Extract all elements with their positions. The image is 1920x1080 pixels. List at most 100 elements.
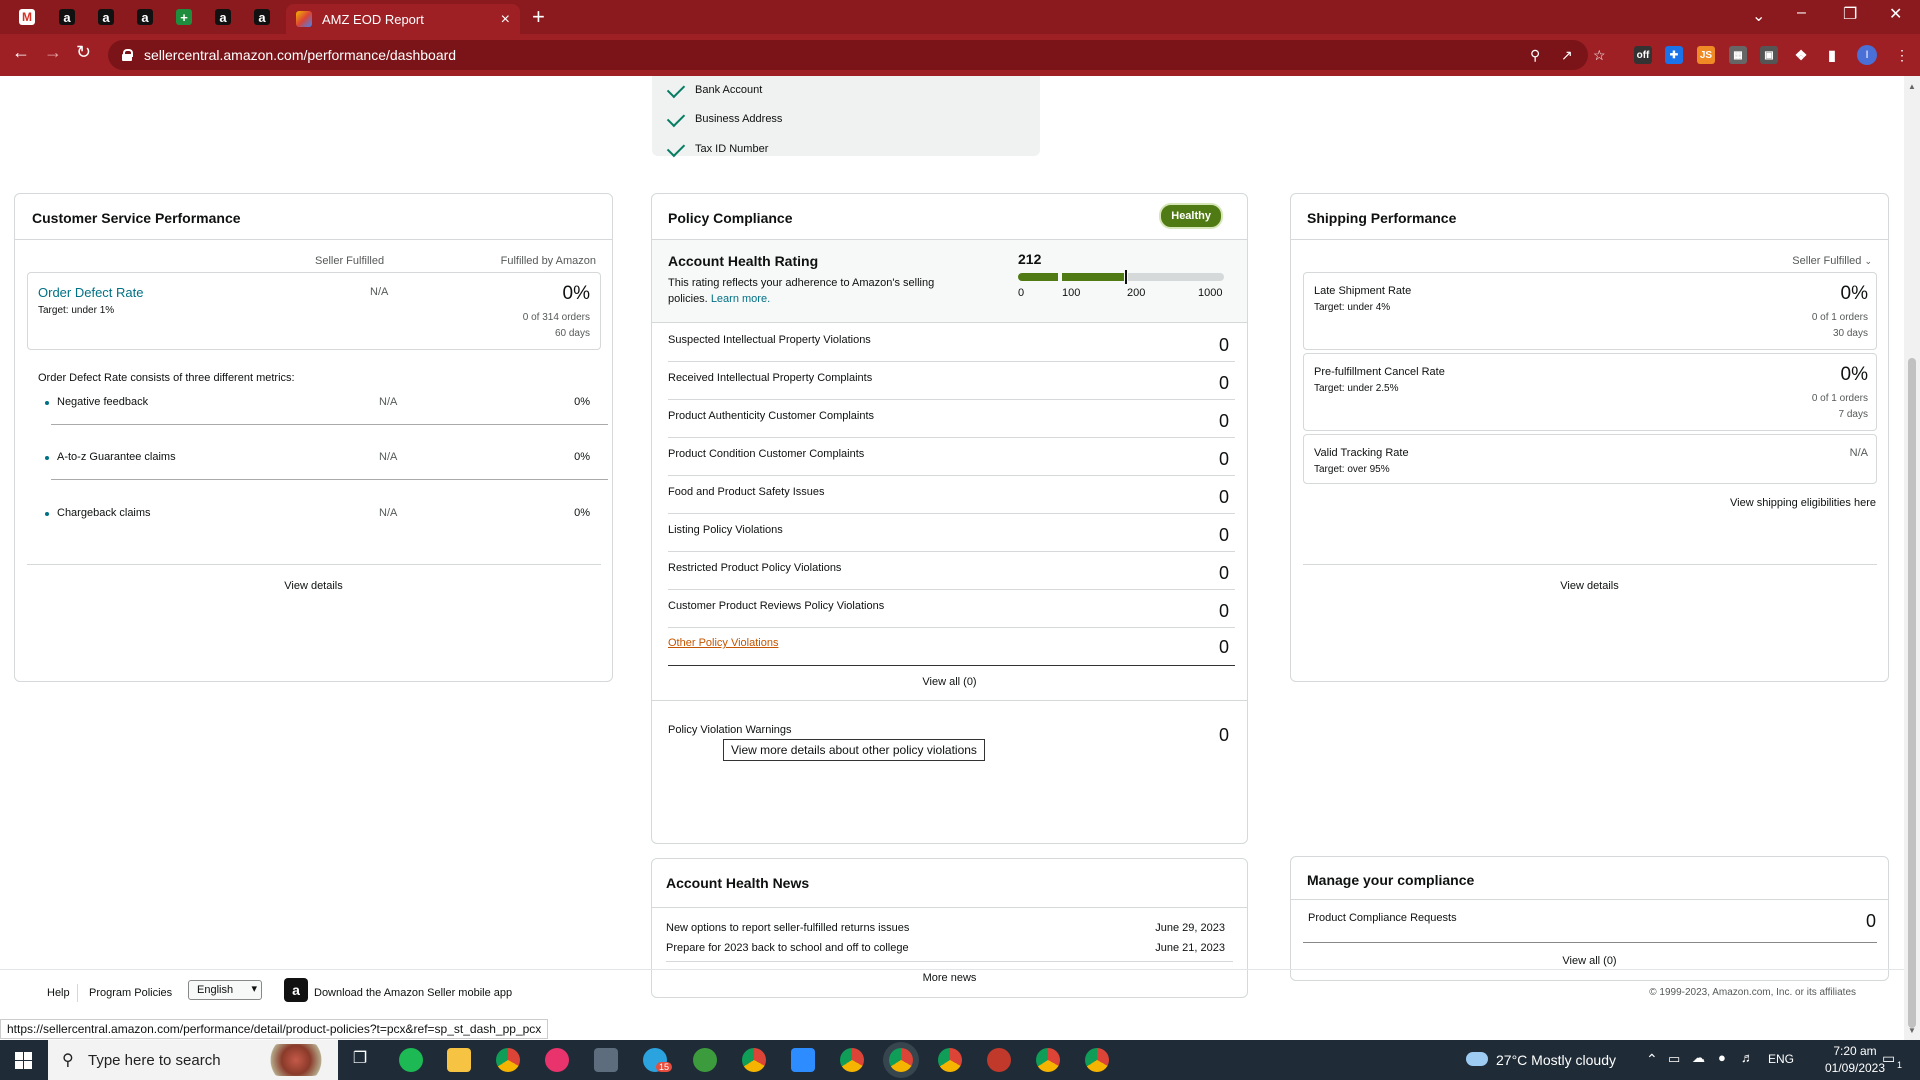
policy-row[interactable]: Customer Product Reviews Policy Violatio… [668, 590, 1235, 628]
policy-row[interactable]: Listing Policy Violations 0 [668, 514, 1235, 552]
close-tab-icon[interactable]: × [501, 11, 510, 29]
view-details-link[interactable]: View details [1291, 580, 1888, 592]
policy-row-label[interactable]: Restricted Product Policy Violations [668, 562, 841, 574]
shipping-eligibilities-link[interactable]: View shipping eligibilities here [1730, 497, 1876, 509]
reload-icon[interactable]: ↻ [76, 42, 91, 63]
shipping-metric-label[interactable]: Valid Tracking Rate [1314, 447, 1409, 459]
policy-row-label[interactable]: Listing Policy Violations [668, 524, 783, 536]
url-bar[interactable]: sellercentral.amazon.com/performance/das… [108, 40, 1588, 70]
news-item-link[interactable]: Prepare for 2023 back to school and off … [666, 942, 909, 954]
policy-row-label[interactable]: Product Condition Customer Complaints [668, 448, 864, 460]
policy-row[interactable]: Suspected Intellectual Property Violatio… [668, 324, 1235, 362]
minimize-icon[interactable]: – [1797, 4, 1806, 22]
zoom-app-icon[interactable] [791, 1048, 815, 1072]
policy-row[interactable]: Received Intellectual Property Complaint… [668, 362, 1235, 400]
policy-row-label[interactable]: Customer Product Reviews Policy Violatio… [668, 600, 884, 612]
shipping-metric[interactable]: Valid Tracking Rate Target: over 95% N/A [1303, 434, 1877, 484]
chrome-profile-icon[interactable] [840, 1048, 864, 1072]
tab-amazon-4[interactable]: a [210, 5, 236, 29]
chrome-profile-icon[interactable] [1085, 1048, 1109, 1072]
scroll-down-icon[interactable]: ▼ [1908, 1026, 1916, 1035]
tab-amazon-3[interactable]: a [132, 5, 158, 29]
policy-row[interactable]: Product Authenticity Customer Complaints… [668, 400, 1235, 438]
notifications-icon[interactable]: ▭ [1882, 1050, 1895, 1067]
news-item-link[interactable]: New options to report seller-fulfilled r… [666, 922, 909, 934]
file-explorer-icon[interactable] [447, 1048, 471, 1072]
speaker-icon[interactable]: ♬ [1741, 1050, 1754, 1065]
onedrive-icon[interactable]: ☁ [1692, 1050, 1705, 1066]
learn-more-link[interactable]: Learn more. [711, 293, 770, 305]
policy-row-label[interactable]: Suspected Intellectual Property Violatio… [668, 334, 871, 346]
zoom-icon[interactable]: ⚲ [1530, 47, 1540, 64]
extension-off-icon[interactable]: off [1634, 46, 1652, 64]
policy-row-label[interactable]: Received Intellectual Property Complaint… [668, 372, 872, 384]
footer-help-link[interactable]: Help [47, 987, 70, 999]
new-tab-button[interactable]: + [532, 4, 545, 30]
calculator-icon[interactable] [594, 1048, 618, 1072]
policy-row[interactable]: Restricted Product Policy Violations 0 [668, 552, 1235, 590]
app-icon[interactable] [545, 1048, 569, 1072]
policy-row-label[interactable]: Product Authenticity Customer Complaints [668, 410, 874, 422]
policy-row[interactable]: Product Condition Customer Complaints 0 [668, 438, 1235, 476]
spotify-icon[interactable] [399, 1048, 423, 1072]
policy-row-label-hovered[interactable]: Other Policy Violations [668, 637, 778, 649]
close-window-icon[interactable]: ✕ [1889, 4, 1902, 24]
view-details-link[interactable]: View details [15, 580, 612, 592]
page-scrollbar[interactable]: ▲ ▼ [1904, 76, 1920, 1040]
back-icon[interactable]: ← [12, 42, 30, 63]
extension-icon[interactable]: ▣ [1760, 46, 1778, 64]
download-app-link[interactable]: Download the Amazon Seller mobile app [314, 987, 512, 999]
chrome-profile-icon[interactable] [1036, 1048, 1060, 1072]
policy-warnings-label[interactable]: Policy Violation Warnings [668, 724, 792, 736]
side-panel-icon[interactable]: ▮ [1823, 46, 1841, 64]
js-extension-icon[interactable]: JS [1697, 46, 1715, 64]
microphone-icon[interactable]: ● [1718, 1050, 1726, 1065]
compliance-requests-link[interactable]: Product Compliance Requests [1308, 912, 1457, 924]
chrome-profile-icon[interactable] [742, 1048, 766, 1072]
app-icon[interactable] [987, 1048, 1011, 1072]
restore-icon[interactable]: ❐ [1843, 4, 1857, 24]
shipping-metric-label[interactable]: Late Shipment Rate [1314, 285, 1411, 297]
language-indicator[interactable]: ENG [1768, 1052, 1794, 1066]
shipping-metric-label[interactable]: Pre-fulfillment Cancel Rate [1314, 366, 1445, 378]
tab-search-icon[interactable]: ⌄ [1752, 6, 1765, 26]
policy-row[interactable]: Other Policy Violations 0 [668, 628, 1235, 666]
odr-box[interactable]: Order Defect Rate Target: under 1% N/A 0… [27, 272, 601, 350]
language-select[interactable]: English ▾ [188, 980, 262, 1000]
policy-view-all-link[interactable]: View all (0) [652, 676, 1247, 688]
odr-link[interactable]: Order Defect Rate [38, 285, 144, 300]
tab-active[interactable]: AMZ EOD Report × [286, 4, 520, 34]
footer-program-policies-link[interactable]: Program Policies [89, 987, 172, 999]
tab-amazon-5[interactable]: a [249, 5, 275, 29]
metric-atoz-claims[interactable]: A-to-z Guarantee claims [57, 451, 176, 463]
utorrent-icon[interactable] [693, 1048, 717, 1072]
compliance-view-all-link[interactable]: View all (0) [1291, 955, 1888, 967]
menu-icon[interactable]: ⋮ [1895, 47, 1909, 64]
tab-amazon-2[interactable]: a [93, 5, 119, 29]
windows-start-icon[interactable] [15, 1052, 32, 1069]
bookmark-star-icon[interactable]: ☆ [1593, 47, 1606, 64]
policy-row-label[interactable]: Food and Product Safety Issues [668, 486, 825, 498]
task-view-icon[interactable]: ❐ [348, 1048, 372, 1072]
network-icon[interactable]: ▭ [1668, 1051, 1680, 1067]
metric-chargeback-claims[interactable]: Chargeback claims [57, 507, 151, 519]
share-icon[interactable]: ↗ [1561, 47, 1573, 64]
chevron-up-icon[interactable]: ⌃ [1646, 1051, 1658, 1068]
tab-sheets[interactable]: + [171, 5, 197, 29]
chrome-profile-icon[interactable] [938, 1048, 962, 1072]
extension-icon[interactable]: ▦ [1729, 46, 1747, 64]
shipping-metric[interactable]: Pre-fulfillment Cancel Rate Target: unde… [1303, 353, 1877, 431]
clock-time[interactable]: 7:20 am [1820, 1044, 1890, 1058]
scroll-up-icon[interactable]: ▲ [1908, 82, 1916, 91]
shipping-filter-dropdown[interactable]: Seller Fulfilled ⌄ [1792, 255, 1872, 267]
metric-negative-feedback[interactable]: Negative feedback [57, 396, 148, 408]
tab-amazon-1[interactable]: a [54, 5, 80, 29]
extension-icon[interactable]: ✚ [1665, 46, 1683, 64]
chrome-icon[interactable] [496, 1048, 520, 1072]
tab-gmail[interactable]: M [14, 5, 40, 29]
forward-icon[interactable]: → [44, 42, 62, 63]
puzzle-icon[interactable]: ❖ [1792, 46, 1810, 64]
chrome-active-icon[interactable] [889, 1048, 913, 1072]
scrollbar-thumb[interactable] [1908, 358, 1916, 1028]
policy-row[interactable]: Food and Product Safety Issues 0 [668, 476, 1235, 514]
